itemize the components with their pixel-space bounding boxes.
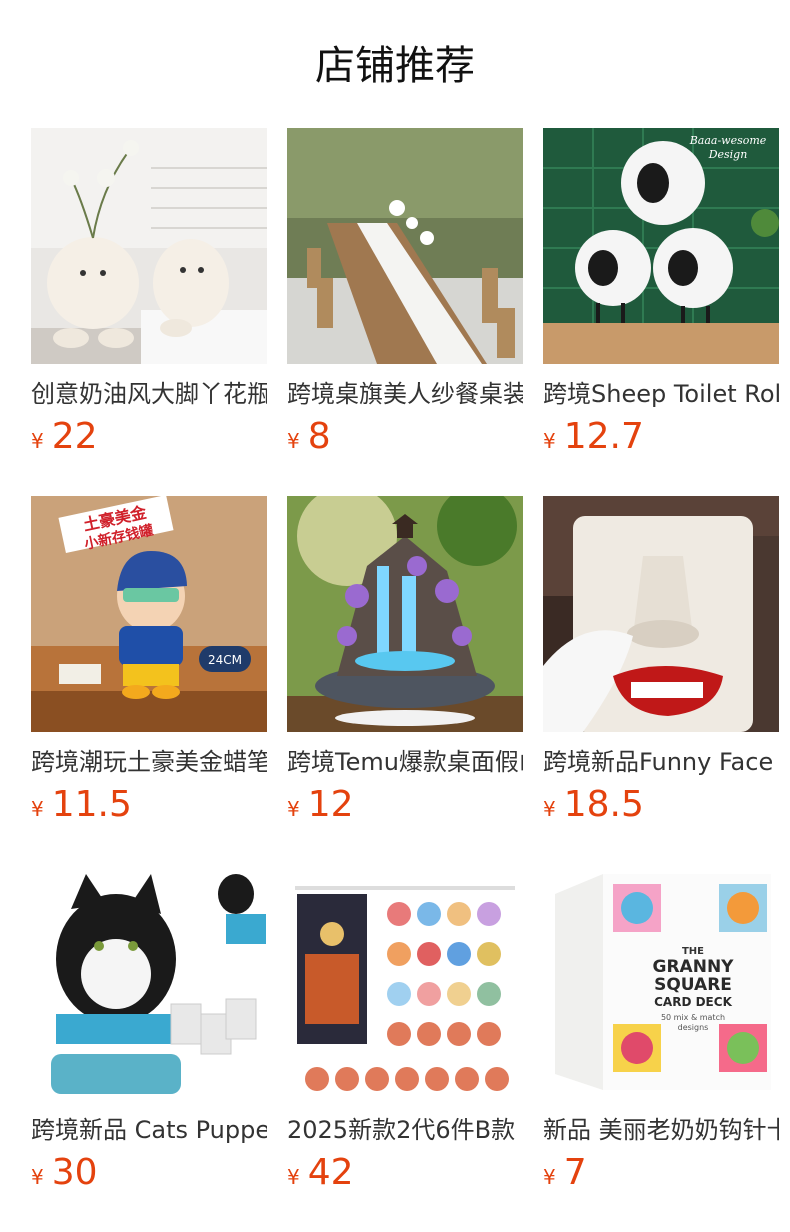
- product-name[interactable]: 2025新款2代6件B款: [287, 1114, 523, 1146]
- product-image[interactable]: Baaa-wesome Design: [543, 128, 779, 364]
- price-value: 8: [307, 416, 331, 457]
- currency-symbol: ¥: [287, 1165, 300, 1189]
- product-card[interactable]: Baaa-wesome Design 跨境Sheep Toilet Roll H…: [543, 128, 779, 458]
- price-value: 18.5: [563, 784, 644, 825]
- currency-symbol: ¥: [31, 797, 44, 821]
- sheep-brand-text: Design: [708, 148, 748, 161]
- product-price: ¥11.5: [31, 784, 267, 826]
- currency-symbol: ¥: [543, 429, 556, 453]
- product-card[interactable]: 跨境Temu爆款桌面假山流水 ¥12: [287, 496, 523, 826]
- currency-symbol: ¥: [543, 1165, 556, 1189]
- product-image[interactable]: [543, 496, 779, 732]
- deck-title-text: CARD DECK: [654, 995, 732, 1009]
- product-price: ¥12.7: [543, 416, 779, 458]
- product-name[interactable]: 跨境桌旗美人纱餐桌装饰: [287, 378, 523, 410]
- price-value: 12.7: [563, 416, 644, 457]
- product-price: ¥22: [31, 416, 267, 458]
- product-card[interactable]: 2025新款2代6件B款 ¥42: [287, 864, 523, 1194]
- price-value: 12: [307, 784, 354, 825]
- granny-square-deck-image: THE GRANNY SQUARE CARD DECK 50 mix & mat…: [543, 864, 779, 1100]
- product-price: ¥8: [287, 416, 523, 458]
- cream-vase-image: [31, 128, 267, 364]
- product-name[interactable]: 跨境新品Funny Face Tissue Holder: [543, 746, 779, 778]
- price-value: 42: [307, 1152, 354, 1193]
- product-card[interactable]: THE GRANNY SQUARE CARD DECK 50 mix & mat…: [543, 864, 779, 1194]
- product-image[interactable]: [31, 128, 267, 364]
- product-name[interactable]: 跨境Sheep Toilet Roll Holder: [543, 378, 779, 410]
- price-value: 22: [51, 416, 98, 457]
- product-price: ¥7: [543, 1152, 779, 1194]
- price-value: 7: [563, 1152, 587, 1193]
- crayon-size-text: 24CM: [208, 653, 242, 667]
- crayon-figure-image: 土豪美金 小新存钱罐 24CM: [31, 496, 267, 732]
- product-name[interactable]: 创意奶油风大脚丫花瓶: [31, 378, 267, 410]
- product-image[interactable]: THE GRANNY SQUARE CARD DECK 50 mix & mat…: [543, 864, 779, 1100]
- price-value: 30: [51, 1152, 98, 1193]
- product-card[interactable]: 跨境新品Funny Face Tissue Holder ¥18.5: [543, 496, 779, 826]
- nose-tissue-holder-image: [543, 496, 779, 732]
- product-card[interactable]: 跨境桌旗美人纱餐桌装饰 ¥8: [287, 128, 523, 458]
- currency-symbol: ¥: [543, 797, 556, 821]
- product-name[interactable]: 跨境Temu爆款桌面假山流水: [287, 746, 523, 778]
- sheep-brand-text: Baaa-wesome: [689, 134, 767, 147]
- product-card[interactable]: 土豪美金 小新存钱罐 24CM 跨境潮玩土豪美金蜡笔小新 ¥11.5: [31, 496, 267, 826]
- cat-puppet-image: [31, 864, 267, 1100]
- product-name[interactable]: 新品 美丽老奶奶钩针卡片: [543, 1114, 779, 1146]
- deck-title-text: GRANNY: [653, 957, 735, 977]
- product-image[interactable]: [287, 128, 523, 364]
- deck-title-text: SQUARE: [654, 975, 732, 995]
- price-value: 11.5: [51, 784, 132, 825]
- currency-symbol: ¥: [287, 797, 300, 821]
- product-image[interactable]: [287, 496, 523, 732]
- currency-symbol: ¥: [31, 429, 44, 453]
- deck-subtitle-text: 50 mix & match: [661, 1013, 725, 1022]
- deck-subtitle-text: designs: [678, 1023, 709, 1032]
- product-card[interactable]: 创意奶油风大脚丫花瓶 ¥22: [31, 128, 267, 458]
- waterfall-fountain-image: [287, 496, 523, 732]
- product-image[interactable]: 土豪美金 小新存钱罐 24CM: [31, 496, 267, 732]
- sheep-toilet-roll-image: Baaa-wesome Design: [543, 128, 779, 364]
- product-name[interactable]: 跨境潮玩土豪美金蜡笔小新: [31, 746, 267, 778]
- acrylic-keychain-image: [287, 864, 523, 1100]
- table-runner-image: [287, 128, 523, 364]
- product-image[interactable]: [31, 864, 267, 1100]
- product-card[interactable]: 跨境新品 Cats Puppet Toy ¥30: [31, 864, 267, 1194]
- product-price: ¥18.5: [543, 784, 779, 826]
- page-title: 店铺推荐: [315, 43, 475, 89]
- product-name[interactable]: 跨境新品 Cats Puppet Toy: [31, 1114, 267, 1146]
- currency-symbol: ¥: [287, 429, 300, 453]
- product-price: ¥42: [287, 1152, 523, 1194]
- product-price: ¥12: [287, 784, 523, 826]
- product-image[interactable]: [287, 864, 523, 1100]
- deck-title-text: THE: [682, 946, 704, 957]
- currency-symbol: ¥: [31, 1165, 44, 1189]
- product-price: ¥30: [31, 1152, 267, 1194]
